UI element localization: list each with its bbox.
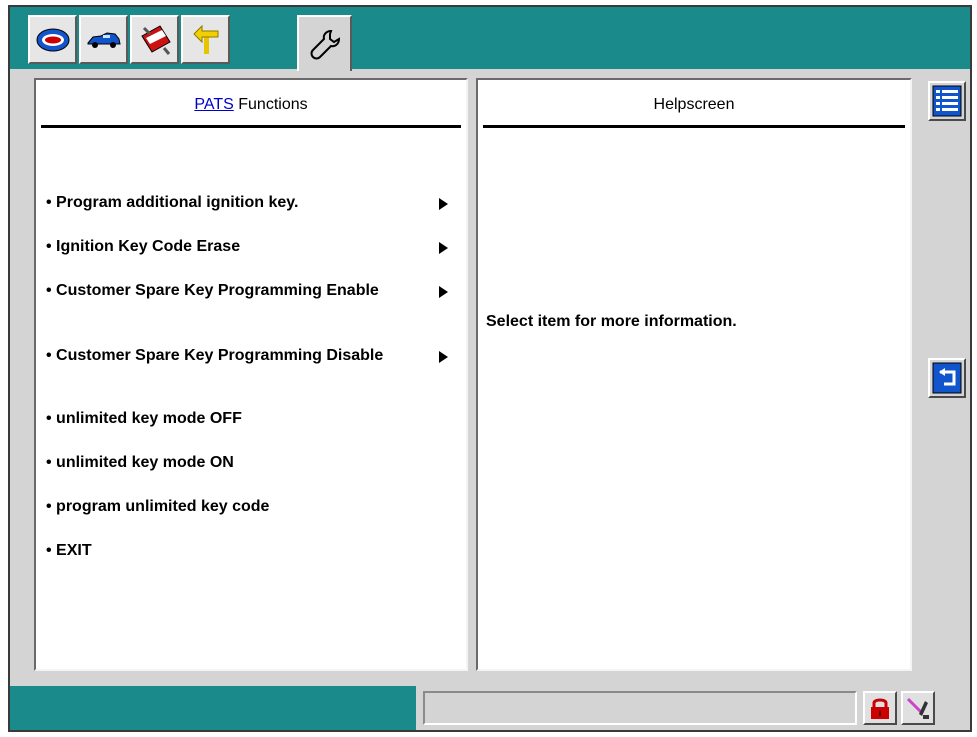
submenu-arrow-icon bbox=[439, 286, 448, 298]
menu-item[interactable]: • EXIT bbox=[46, 540, 456, 562]
return-button[interactable] bbox=[928, 358, 966, 398]
pats-functions-panel: PATS Functions • Program additional igni… bbox=[34, 78, 468, 671]
menu-item[interactable]: • Ignition Key Code Erase bbox=[46, 236, 456, 258]
tab-vehicle[interactable] bbox=[79, 15, 128, 64]
tab-bar bbox=[10, 7, 970, 71]
toolbox-icon bbox=[140, 24, 171, 55]
title-divider bbox=[483, 125, 905, 128]
menu-item[interactable]: • Customer Spare Key Programming Disable bbox=[46, 345, 456, 367]
tab-wds-home[interactable] bbox=[28, 15, 77, 64]
menu-item-label: • Program additional ignition key. bbox=[46, 194, 299, 211]
edit-button[interactable] bbox=[901, 691, 935, 725]
status-area bbox=[10, 686, 416, 730]
list-button[interactable] bbox=[928, 81, 966, 121]
submenu-arrow-icon bbox=[439, 242, 448, 254]
tab-signpost[interactable] bbox=[181, 15, 230, 64]
list-icon bbox=[932, 85, 962, 117]
help-text: Select item for more information. bbox=[486, 313, 737, 330]
wds-logo-icon bbox=[36, 28, 69, 51]
pen-icon bbox=[906, 697, 929, 719]
menu-item[interactable]: • unlimited key mode ON bbox=[46, 452, 456, 474]
panel-title: PATS Functions bbox=[36, 96, 466, 114]
tab-toolbox[interactable] bbox=[130, 15, 179, 64]
wrench-icon bbox=[310, 29, 340, 60]
panel-title-text: Functions bbox=[233, 96, 308, 113]
helpscreen-panel: Helpscreen Select item for more informat… bbox=[476, 78, 912, 671]
padlock-icon bbox=[871, 698, 889, 719]
submenu-arrow-icon bbox=[439, 198, 448, 210]
menu-item-label: • unlimited key mode ON bbox=[46, 454, 234, 471]
menu-item[interactable]: • Program additional ignition key. bbox=[46, 192, 456, 214]
menu-item-label: • Customer Spare Key Programming Disable bbox=[46, 347, 384, 364]
lock-button[interactable] bbox=[863, 691, 897, 725]
menu-item-label: • unlimited key mode OFF bbox=[46, 410, 242, 427]
menu-item-label: • EXIT bbox=[46, 542, 92, 559]
app-window: PATS Functions • Program additional igni… bbox=[8, 5, 972, 732]
menu-item[interactable]: • unlimited key mode OFF bbox=[46, 408, 456, 430]
status-field bbox=[423, 691, 857, 725]
menu-item-label: • program unlimited key code bbox=[46, 498, 270, 515]
pats-link[interactable]: PATS bbox=[194, 96, 233, 113]
return-arrow-icon bbox=[932, 362, 962, 394]
tab-tools[interactable] bbox=[297, 15, 352, 71]
submenu-arrow-icon bbox=[439, 351, 448, 363]
panel-title: Helpscreen bbox=[653, 96, 735, 113]
signpost-arrow-icon bbox=[192, 24, 218, 54]
vehicle-icon bbox=[87, 31, 121, 48]
menu-item[interactable]: • program unlimited key code bbox=[46, 496, 456, 518]
menu-item-label: • Customer Spare Key Programming Enable bbox=[46, 282, 379, 299]
title-divider bbox=[41, 125, 461, 128]
menu-item-label: • Ignition Key Code Erase bbox=[46, 238, 241, 255]
menu-item[interactable]: • Customer Spare Key Programming Enable bbox=[46, 280, 456, 302]
